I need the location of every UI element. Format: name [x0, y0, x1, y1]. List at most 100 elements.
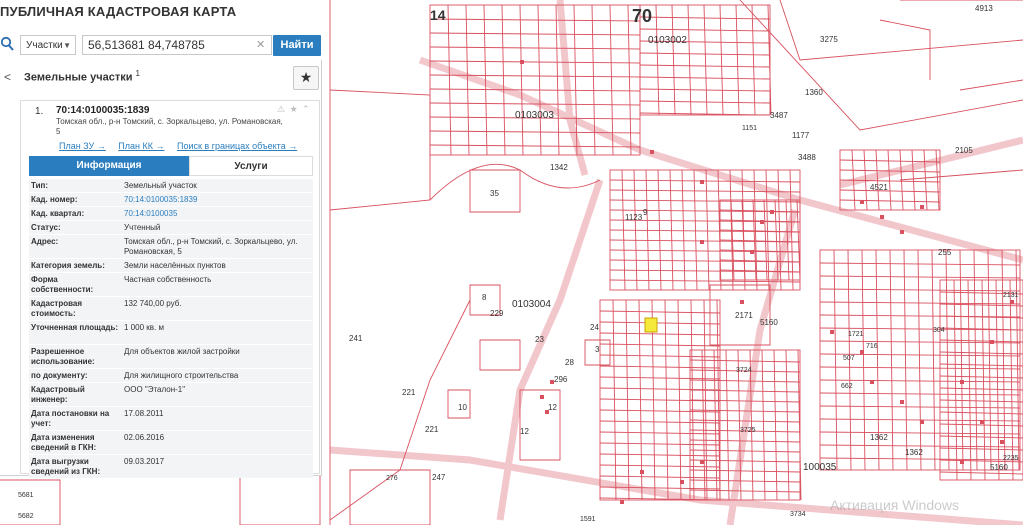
attribute-row: Статус: Учтенный	[29, 221, 313, 234]
attribute-key: Статус:	[31, 223, 61, 232]
map-label: 221	[402, 388, 416, 397]
map-label: 12	[520, 427, 529, 436]
attribute-value: Учтенный	[124, 223, 161, 232]
panel-title: Земельные участки 1	[24, 69, 140, 84]
attribute-row: Уточненная площадь: 1 000 кв. м	[29, 321, 313, 344]
app-title: ПУБЛИЧНАЯ КАДАСТРОВАЯ КАРТА	[0, 4, 241, 21]
attribute-key: по документу:	[31, 371, 88, 380]
map-label: 4913	[975, 4, 993, 13]
map-label: 3734	[790, 511, 806, 518]
link-plan-zu[interactable]: План ЗУ →	[59, 141, 106, 151]
map-label: 2131	[1003, 292, 1019, 299]
map-label: 1123	[625, 213, 643, 222]
map-label: 2105	[955, 146, 973, 155]
map-label: 70	[632, 6, 652, 26]
tab-info[interactable]: Информация	[29, 156, 189, 176]
attribute-key: Форма собственности:	[31, 275, 94, 294]
map-label: 10	[458, 403, 467, 412]
map-label: 276	[386, 475, 398, 482]
map-label: 507	[843, 355, 855, 362]
attribute-value: ООО "Эталон-1"	[124, 385, 186, 394]
attribute-key: Тип:	[31, 181, 48, 190]
parcel-card: 1. 70:14:0100035:1839 ⚠ ★ ⌃ Томская обл.…	[20, 100, 321, 478]
map-label: 221	[425, 425, 439, 434]
map-label: 229	[490, 309, 504, 318]
attribute-key: Дата изменения сведений в ГКН:	[31, 433, 97, 452]
map-label: 662	[841, 383, 853, 390]
attribute-key: Кадастровая стоимость:	[31, 299, 83, 318]
attribute-value: 17.08.2011	[124, 409, 164, 418]
map-label: 1342	[550, 163, 568, 172]
search-scope-select[interactable]: Участки ▼	[20, 35, 76, 55]
link-search-in-bounds[interactable]: Поиск в границах объекта →	[177, 141, 297, 151]
attribute-value: 132 740,00 руб.	[124, 299, 182, 308]
map-label: 100035	[803, 462, 837, 473]
results-count: 1	[135, 69, 140, 78]
map-label: 304	[933, 327, 945, 334]
attribute-key: Адрес:	[31, 237, 59, 246]
map-label: 1360	[805, 88, 823, 97]
parcel-address: Томская обл., р-н Томский, с. Зоркальцев…	[56, 117, 283, 136]
search-input[interactable]	[82, 35, 272, 55]
map-label: 24	[590, 323, 599, 332]
search-icon[interactable]	[0, 36, 14, 52]
attribute-row: Форма собственности: Частная собственност…	[29, 273, 313, 296]
attribute-value: 09.03.2017	[124, 457, 165, 466]
map-label: 1362	[870, 433, 888, 442]
attribute-value: 1 000 кв. м	[124, 323, 164, 332]
parcel-links: План ЗУ → План КК → Поиск в границах объ…	[59, 141, 321, 151]
search-scope-label: Участки	[26, 40, 63, 51]
attribute-value: Для жилищного строительства	[124, 371, 239, 380]
tab-services[interactable]: Услуги	[189, 156, 313, 176]
map-label: 2171	[735, 311, 753, 320]
attribute-row: Адрес: Томская обл., р-н Томский, с. Зорк…	[29, 235, 313, 258]
favorite-star-button[interactable]: ★	[293, 66, 319, 90]
attribute-value[interactable]: 70:14:0100035	[124, 209, 310, 219]
map-label: 0103004	[512, 299, 551, 310]
attribute-row: Кадастровый инженер: ООО "Эталон-1"	[29, 383, 313, 406]
attribute-value: Для объектов жилой застройки	[124, 347, 240, 356]
attribute-row: Категория земель: Земли населённых пункто…	[29, 259, 313, 272]
map-label: 28	[565, 358, 574, 367]
map-label: 255	[938, 248, 952, 257]
map-label: 0103003	[515, 110, 554, 121]
attribute-value: Томская обл., р-н Томский, с. Зоркальцев…	[124, 237, 298, 256]
attribute-value: Частная собственность	[124, 275, 212, 284]
attribute-key: Категория земель:	[31, 261, 105, 270]
clear-icon[interactable]: ✕	[256, 38, 265, 51]
back-arrow-icon[interactable]: <	[4, 70, 11, 84]
attribute-key: Кад. номер:	[31, 195, 78, 204]
parcel-number[interactable]: 70:14:0100035:1839	[56, 105, 149, 116]
map-label: 3725	[740, 427, 756, 434]
search-button[interactable]: Найти	[273, 35, 321, 56]
parcel-tabs: Информация Услуги	[29, 156, 313, 176]
selected-parcel[interactable]	[644, 317, 658, 333]
results-panel: < Земельные участки 1 ★ 1. 70:14:0100035…	[0, 60, 322, 478]
map-label: 2235	[1003, 455, 1019, 462]
card-action-icons[interactable]: ⚠ ★ ⌃	[277, 104, 311, 115]
link-plan-kk[interactable]: План КК →	[118, 141, 164, 151]
map-label: 23	[535, 335, 544, 344]
chevron-down-icon: ▼	[63, 41, 71, 50]
map-label: 35	[490, 189, 499, 198]
map-label: 5681	[18, 492, 34, 499]
attribute-row: Тип: Земельный участок	[29, 179, 313, 192]
attribute-key: Дата постановки на учет:	[31, 409, 110, 428]
map-label: 247	[432, 473, 446, 482]
map-label: 1151	[742, 125, 757, 132]
map-label: 14	[430, 7, 446, 23]
map-label: 3487	[770, 111, 788, 120]
map-label: 9	[643, 208, 648, 217]
map-label: 3724	[736, 367, 752, 374]
attribute-key: Кад. квартал:	[31, 209, 85, 218]
map-label: 1362	[905, 448, 923, 457]
attribute-key: Разрешенное использование:	[31, 347, 95, 366]
attribute-row: Разрешенное использование: Для объектов ж…	[29, 345, 313, 368]
map-label: 4521	[870, 183, 888, 192]
panel-title-text: Земельные участки	[24, 71, 133, 84]
attribute-value: Земли населённых пунктов	[124, 261, 226, 270]
attribute-row: Кад. квартал: 70:14:0100035	[29, 207, 313, 220]
attribute-value[interactable]: 70:14:0100035:1839	[124, 195, 310, 205]
map-label: 241	[349, 334, 363, 343]
attribute-value: 02.06.2016	[124, 433, 165, 442]
